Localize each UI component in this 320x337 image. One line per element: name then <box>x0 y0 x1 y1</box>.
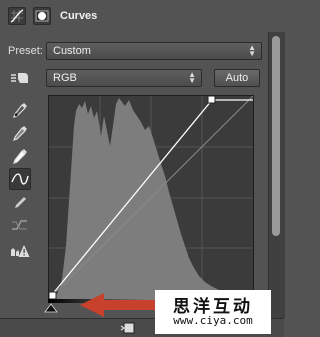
edit-curve-points-icon[interactable] <box>9 168 31 190</box>
dropdown-arrows-icon: ▲ ▼ <box>188 70 196 85</box>
clip-to-layer-icon[interactable] <box>120 322 136 334</box>
dropdown-arrows-icon: ▲ ▼ <box>248 43 256 58</box>
curves-adjustment-icon[interactable] <box>8 7 26 25</box>
layer-mask-icon[interactable] <box>33 7 51 25</box>
smooth-curve-icon[interactable] <box>9 214 31 236</box>
preset-value: Custom <box>53 45 91 57</box>
watermark-url: www.ciya.com <box>173 314 253 327</box>
black-point-slider[interactable] <box>44 303 58 313</box>
curve-graph[interactable] <box>48 95 254 300</box>
curve-white-point[interactable] <box>207 95 216 104</box>
watermark: 思洋互动 www.ciya.com <box>155 290 271 334</box>
gray-point-eyedropper-icon[interactable] <box>9 122 31 144</box>
clipping-warning-icon[interactable] <box>9 240 31 262</box>
black-point-eyedropper-icon[interactable] <box>9 99 31 121</box>
on-image-adjust-icon[interactable] <box>9 67 31 89</box>
preset-label: Preset: <box>8 45 43 57</box>
draw-curve-pencil-icon[interactable] <box>9 192 31 214</box>
curve-black-point[interactable] <box>48 291 57 300</box>
white-point-eyedropper-icon[interactable] <box>9 145 31 167</box>
channel-value: RGB <box>53 72 77 84</box>
curve-graph-svg <box>48 95 254 300</box>
panel-title: Curves <box>60 10 98 22</box>
red-arrow-annotation <box>80 293 156 317</box>
scrollbar-thumb[interactable] <box>272 36 280 236</box>
auto-button[interactable]: Auto <box>214 69 260 87</box>
channel-dropdown[interactable]: RGB ▲ ▼ <box>46 69 202 87</box>
preset-dropdown[interactable]: Custom ▲ ▼ <box>46 42 262 60</box>
